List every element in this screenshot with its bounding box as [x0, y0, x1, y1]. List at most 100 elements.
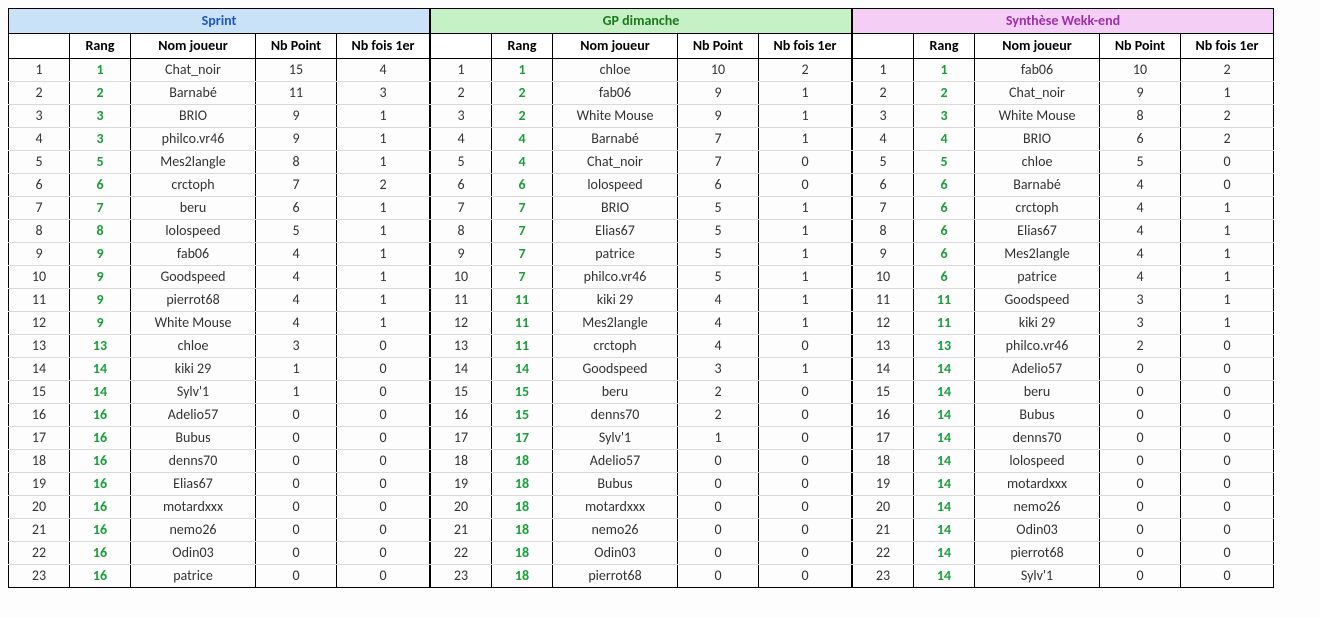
cell-f: 1	[759, 197, 852, 220]
table-row: 55chloe50	[853, 151, 1274, 174]
cell-rang: 14	[914, 404, 975, 427]
cell-i: 17	[853, 427, 914, 450]
cell-pts: 0	[1100, 450, 1181, 473]
cell-f: 3	[337, 82, 430, 105]
cell-pts: 10	[678, 59, 759, 82]
cell-pts: 0	[1100, 519, 1181, 542]
cell-rang: 2	[492, 82, 553, 105]
table-row: 1313chloe30	[9, 335, 430, 358]
cell-nom: nemo26	[553, 519, 678, 542]
cell-i: 20	[431, 496, 492, 519]
cell-i: 5	[9, 151, 70, 174]
cell-nom: beru	[975, 381, 1100, 404]
cell-rang: 4	[492, 151, 553, 174]
cell-nom: Sylv'1	[131, 381, 256, 404]
cell-rang: 16	[70, 542, 131, 565]
cell-rang: 2	[70, 82, 131, 105]
cell-nom: chloe	[553, 59, 678, 82]
cell-i: 11	[9, 289, 70, 312]
cell-rang: 9	[70, 289, 131, 312]
cell-f: 0	[337, 473, 430, 496]
table-row: 2014nemo2600	[853, 496, 1274, 519]
column-header: Rang	[70, 34, 131, 59]
cell-f: 0	[759, 404, 852, 427]
column-header: Nb Point	[256, 34, 337, 59]
cell-f: 0	[759, 381, 852, 404]
cell-nom: Goodspeed	[975, 289, 1100, 312]
cell-i: 20	[9, 496, 70, 519]
table-row: 129White Mouse41	[9, 312, 430, 335]
cell-nom: Bubus	[131, 427, 256, 450]
cell-pts: 6	[1100, 128, 1181, 151]
table-row: 1816denns7000	[9, 450, 430, 473]
table-row: 1111kiki 2941	[431, 289, 852, 312]
cell-nom: Adelio57	[975, 358, 1100, 381]
cell-rang: 6	[914, 243, 975, 266]
cell-pts: 7	[256, 174, 337, 197]
table-row: 109Goodspeed41	[9, 266, 430, 289]
cell-i: 3	[9, 105, 70, 128]
cell-nom: lolospeed	[131, 220, 256, 243]
cell-i: 12	[9, 312, 70, 335]
cell-nom: nemo26	[131, 519, 256, 542]
cell-i: 7	[9, 197, 70, 220]
cell-rang: 4	[914, 128, 975, 151]
cell-rang: 16	[70, 427, 131, 450]
cell-f: 1	[759, 312, 852, 335]
cell-f: 1	[337, 151, 430, 174]
cell-nom: Barnabé	[131, 82, 256, 105]
cell-pts: 2	[678, 381, 759, 404]
cell-f: 1	[759, 220, 852, 243]
cell-rang: 7	[492, 243, 553, 266]
cell-pts: 5	[256, 220, 337, 243]
cell-i: 10	[9, 266, 70, 289]
cell-i: 7	[853, 197, 914, 220]
table-row: 2316patrice00	[9, 565, 430, 588]
cell-rang: 3	[70, 128, 131, 151]
cell-nom: Odin03	[131, 542, 256, 565]
table-title: Sprint	[9, 9, 430, 34]
cell-pts: 9	[1100, 82, 1181, 105]
cell-f: 1	[759, 105, 852, 128]
cell-nom: chloe	[131, 335, 256, 358]
cell-pts: 8	[1100, 105, 1181, 128]
cell-i: 18	[431, 450, 492, 473]
cell-rang: 1	[914, 59, 975, 82]
cell-f: 0	[337, 381, 430, 404]
cell-f: 1	[1181, 289, 1274, 312]
cell-f: 0	[759, 174, 852, 197]
cell-f: 0	[337, 450, 430, 473]
cell-pts: 1	[256, 381, 337, 404]
cell-pts: 10	[1100, 59, 1181, 82]
table-row: 96Mes2langle41	[853, 243, 1274, 266]
cell-rang: 14	[914, 381, 975, 404]
cell-nom: beru	[131, 197, 256, 220]
cell-rang: 17	[492, 427, 553, 450]
cell-pts: 0	[1100, 404, 1181, 427]
cell-pts: 3	[1100, 289, 1181, 312]
cell-nom: beru	[553, 381, 678, 404]
cell-pts: 4	[256, 289, 337, 312]
cell-i: 5	[853, 151, 914, 174]
cell-nom: Chat_noir	[553, 151, 678, 174]
ranking-table: Synthèse Wekk-endRangNom joueurNb PointN…	[852, 8, 1274, 588]
table-row: 76crctoph41	[853, 197, 1274, 220]
cell-i: 16	[431, 404, 492, 427]
cell-i: 14	[853, 358, 914, 381]
cell-rang: 7	[70, 197, 131, 220]
cell-rang: 18	[492, 542, 553, 565]
cell-i: 9	[431, 243, 492, 266]
cell-f: 0	[1181, 450, 1274, 473]
cell-rang: 18	[492, 565, 553, 588]
cell-rang: 15	[492, 404, 553, 427]
table-row: 44BRIO62	[853, 128, 1274, 151]
cell-f: 1	[337, 220, 430, 243]
column-header: Rang	[492, 34, 553, 59]
cell-nom: crctoph	[131, 174, 256, 197]
column-header: Nom joueur	[131, 34, 256, 59]
cell-i: 23	[431, 565, 492, 588]
cell-nom: crctoph	[553, 335, 678, 358]
cell-i: 21	[853, 519, 914, 542]
cell-nom: denns70	[975, 427, 1100, 450]
cell-rang: 14	[914, 450, 975, 473]
